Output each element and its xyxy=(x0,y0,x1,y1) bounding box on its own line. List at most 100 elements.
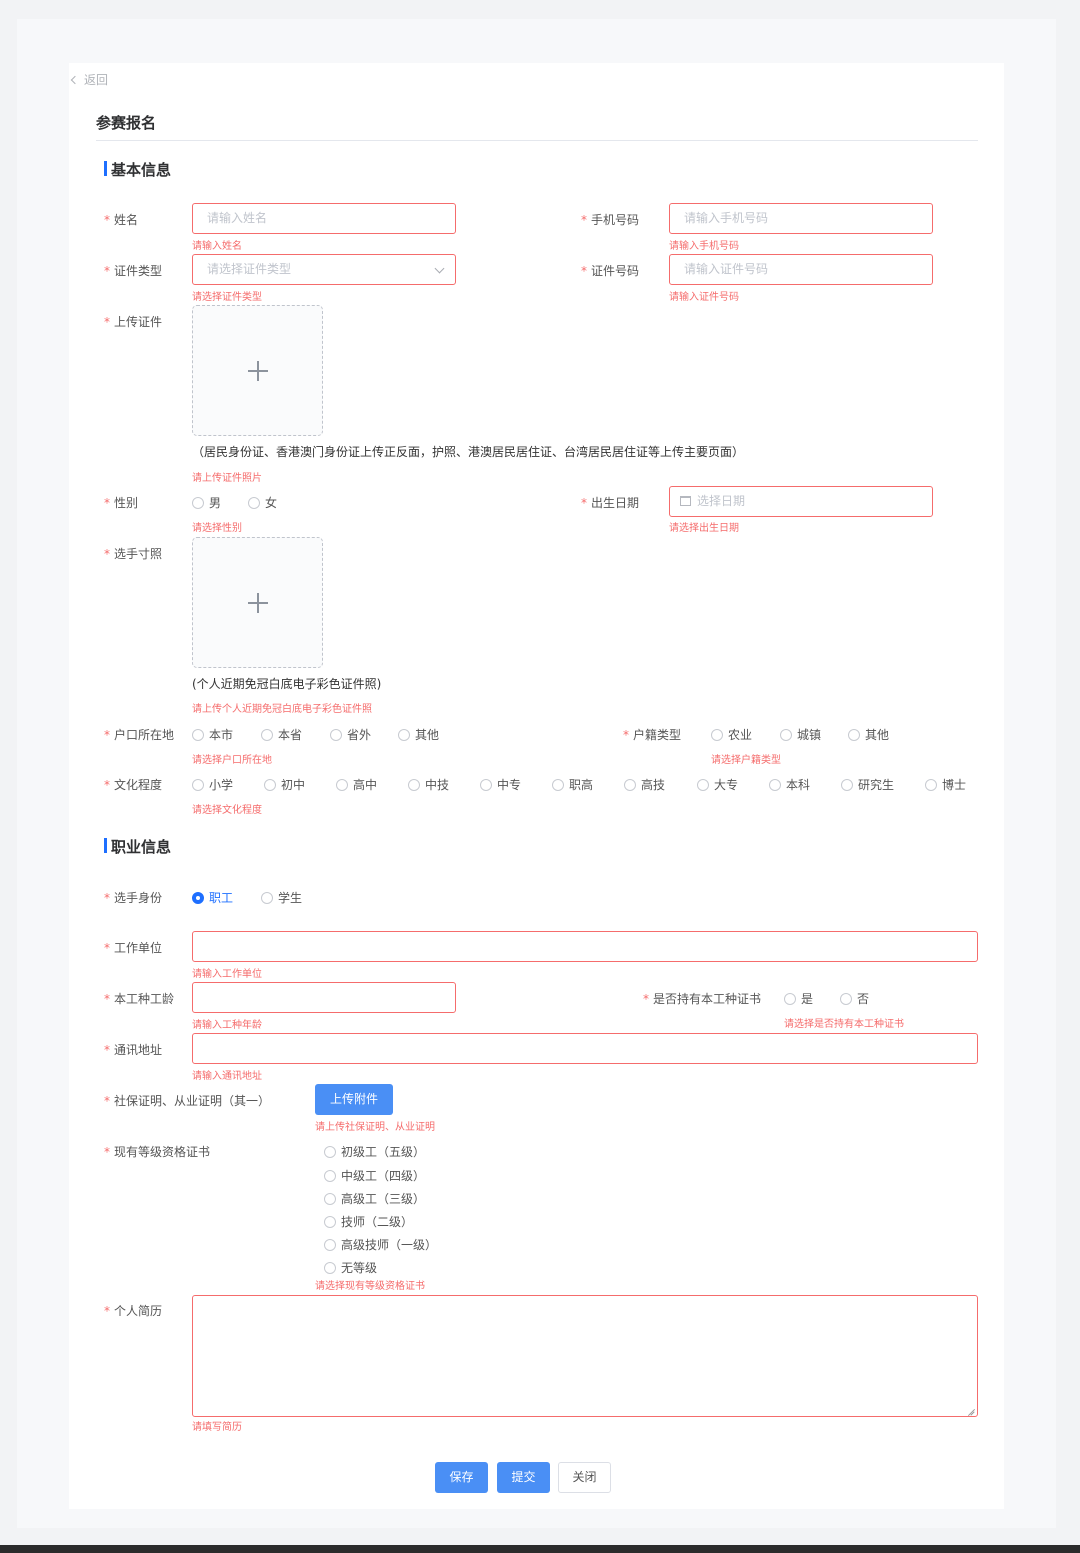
radio-circle xyxy=(324,1192,336,1205)
birthday-label: * 出生日期 xyxy=(581,496,640,510)
work-years-error: 请输入工种年龄 xyxy=(192,1020,262,1031)
required-mark: * xyxy=(104,547,110,561)
phone-label: * 手机号码 xyxy=(581,213,640,227)
qualification-option[interactable]: 初级工（五级） xyxy=(324,1143,425,1160)
employer-input[interactable] xyxy=(192,931,978,962)
education-option[interactable]: 研究生 xyxy=(841,776,894,793)
hukou-option[interactable]: 本省 xyxy=(261,726,302,743)
education-option[interactable]: 大专 xyxy=(697,776,738,793)
radio-circle xyxy=(784,992,796,1005)
hukou-type-error: 请选择户籍类型 xyxy=(711,755,781,766)
id-number-input[interactable]: 请输入证件号码 xyxy=(669,254,933,285)
back-link[interactable]: 返回 xyxy=(70,71,109,88)
birthday-picker[interactable]: 选择日期 xyxy=(669,486,933,517)
education-option[interactable]: 博士 xyxy=(925,776,966,793)
work-years-label: * 本工种工龄 xyxy=(104,992,175,1006)
hukou-option[interactable]: 省外 xyxy=(330,726,371,743)
upload-attachment-button[interactable]: 上传附件 xyxy=(315,1084,393,1115)
save-button[interactable]: 保存 xyxy=(435,1462,488,1493)
radio-circle xyxy=(192,778,204,791)
required-mark: * xyxy=(104,891,110,905)
radio-circle xyxy=(780,728,792,741)
gender-error: 请选择性别 xyxy=(192,523,242,534)
radio-circle xyxy=(192,496,204,509)
education-option[interactable]: 本科 xyxy=(769,776,810,793)
education-label: * 文化程度 xyxy=(104,778,163,792)
required-mark: * xyxy=(581,213,587,227)
name-input[interactable]: 请输入姓名 xyxy=(192,203,456,234)
hukou-type-option[interactable]: 其他 xyxy=(848,726,889,743)
radio-circle xyxy=(264,778,276,791)
resize-handle-icon[interactable] xyxy=(967,1406,975,1414)
radio-circle xyxy=(925,778,937,791)
id-number-label: * 证件号码 xyxy=(581,264,640,278)
qualification-option[interactable]: 高级工（三级） xyxy=(324,1190,425,1207)
work-years-input[interactable] xyxy=(192,982,456,1013)
gender-label: * 性别 xyxy=(104,496,139,510)
education-option[interactable]: 中技 xyxy=(408,776,449,793)
required-mark: * xyxy=(104,941,110,955)
hukou-option[interactable]: 本市 xyxy=(192,726,233,743)
photo-upload-label: * 选手寸照 xyxy=(104,547,163,561)
radio-circle xyxy=(841,778,853,791)
certificate-option-yes[interactable]: 是 xyxy=(784,990,813,1007)
required-mark: * xyxy=(104,213,110,227)
education-option[interactable]: 高技 xyxy=(624,776,665,793)
radio-circle xyxy=(408,778,420,791)
radio-circle xyxy=(248,496,260,509)
radio-circle xyxy=(336,778,348,791)
gender-option-female[interactable]: 女 xyxy=(248,494,277,511)
section-title-career: 职业信息 xyxy=(104,836,171,857)
id-number-error: 请输入证件号码 xyxy=(669,292,739,303)
resume-textarea[interactable] xyxy=(192,1295,978,1417)
qualification-label: * 现有等级资格证书 xyxy=(104,1145,211,1159)
radio-circle xyxy=(624,778,636,791)
radio-circle xyxy=(324,1238,336,1251)
qualification-option[interactable]: 高级技师（一级） xyxy=(324,1236,437,1253)
section-title-basic: 基本信息 xyxy=(104,159,171,180)
required-mark: * xyxy=(104,1145,110,1159)
education-option[interactable]: 初中 xyxy=(264,776,305,793)
radio-circle xyxy=(398,728,410,741)
identity-label: * 选手身份 xyxy=(104,891,163,905)
gender-option-male[interactable]: 男 xyxy=(192,494,221,511)
radio-circle-checked xyxy=(192,891,204,904)
education-option[interactable]: 中专 xyxy=(480,776,521,793)
hukou-location-label: * 户口所在地 xyxy=(104,728,175,742)
id-upload-label: * 上传证件 xyxy=(104,315,163,329)
phone-input[interactable]: 请输入手机号码 xyxy=(669,203,933,234)
identity-option-student[interactable]: 学生 xyxy=(261,889,302,906)
radio-circle xyxy=(261,891,273,904)
required-mark: * xyxy=(623,728,629,742)
close-button[interactable]: 关闭 xyxy=(558,1462,611,1493)
required-mark: * xyxy=(104,1043,110,1057)
required-mark: * xyxy=(104,315,110,329)
radio-circle xyxy=(324,1261,336,1274)
education-option[interactable]: 高中 xyxy=(336,776,377,793)
qualification-option[interactable]: 技师（二级） xyxy=(324,1213,413,1230)
phone-error: 请输入手机号码 xyxy=(669,241,739,252)
qualification-option[interactable]: 无等级 xyxy=(324,1259,377,1276)
hukou-type-option[interactable]: 农业 xyxy=(711,726,752,743)
hukou-option[interactable]: 其他 xyxy=(398,726,439,743)
id-type-select[interactable]: 请选择证件类型 xyxy=(192,254,456,285)
title-divider xyxy=(96,140,978,141)
certificate-option-no[interactable]: 否 xyxy=(840,990,869,1007)
radio-circle xyxy=(330,728,342,741)
education-error: 请选择文化程度 xyxy=(192,805,262,816)
education-option[interactable]: 小学 xyxy=(192,776,233,793)
hukou-type-option[interactable]: 城镇 xyxy=(780,726,821,743)
identity-option-worker[interactable]: 职工 xyxy=(192,889,233,906)
plus-icon xyxy=(248,593,268,613)
qualification-option[interactable]: 中级工（四级） xyxy=(324,1167,425,1184)
bottom-bar xyxy=(0,1545,1080,1553)
education-option[interactable]: 职高 xyxy=(552,776,593,793)
photo-upload-box[interactable] xyxy=(192,537,323,668)
radio-circle xyxy=(324,1145,336,1158)
back-label: 返回 xyxy=(84,73,109,87)
address-input[interactable] xyxy=(192,1033,978,1064)
submit-button[interactable]: 提交 xyxy=(497,1462,550,1493)
calendar-icon xyxy=(680,496,691,506)
radio-circle xyxy=(769,778,781,791)
id-upload-box[interactable] xyxy=(192,305,323,436)
